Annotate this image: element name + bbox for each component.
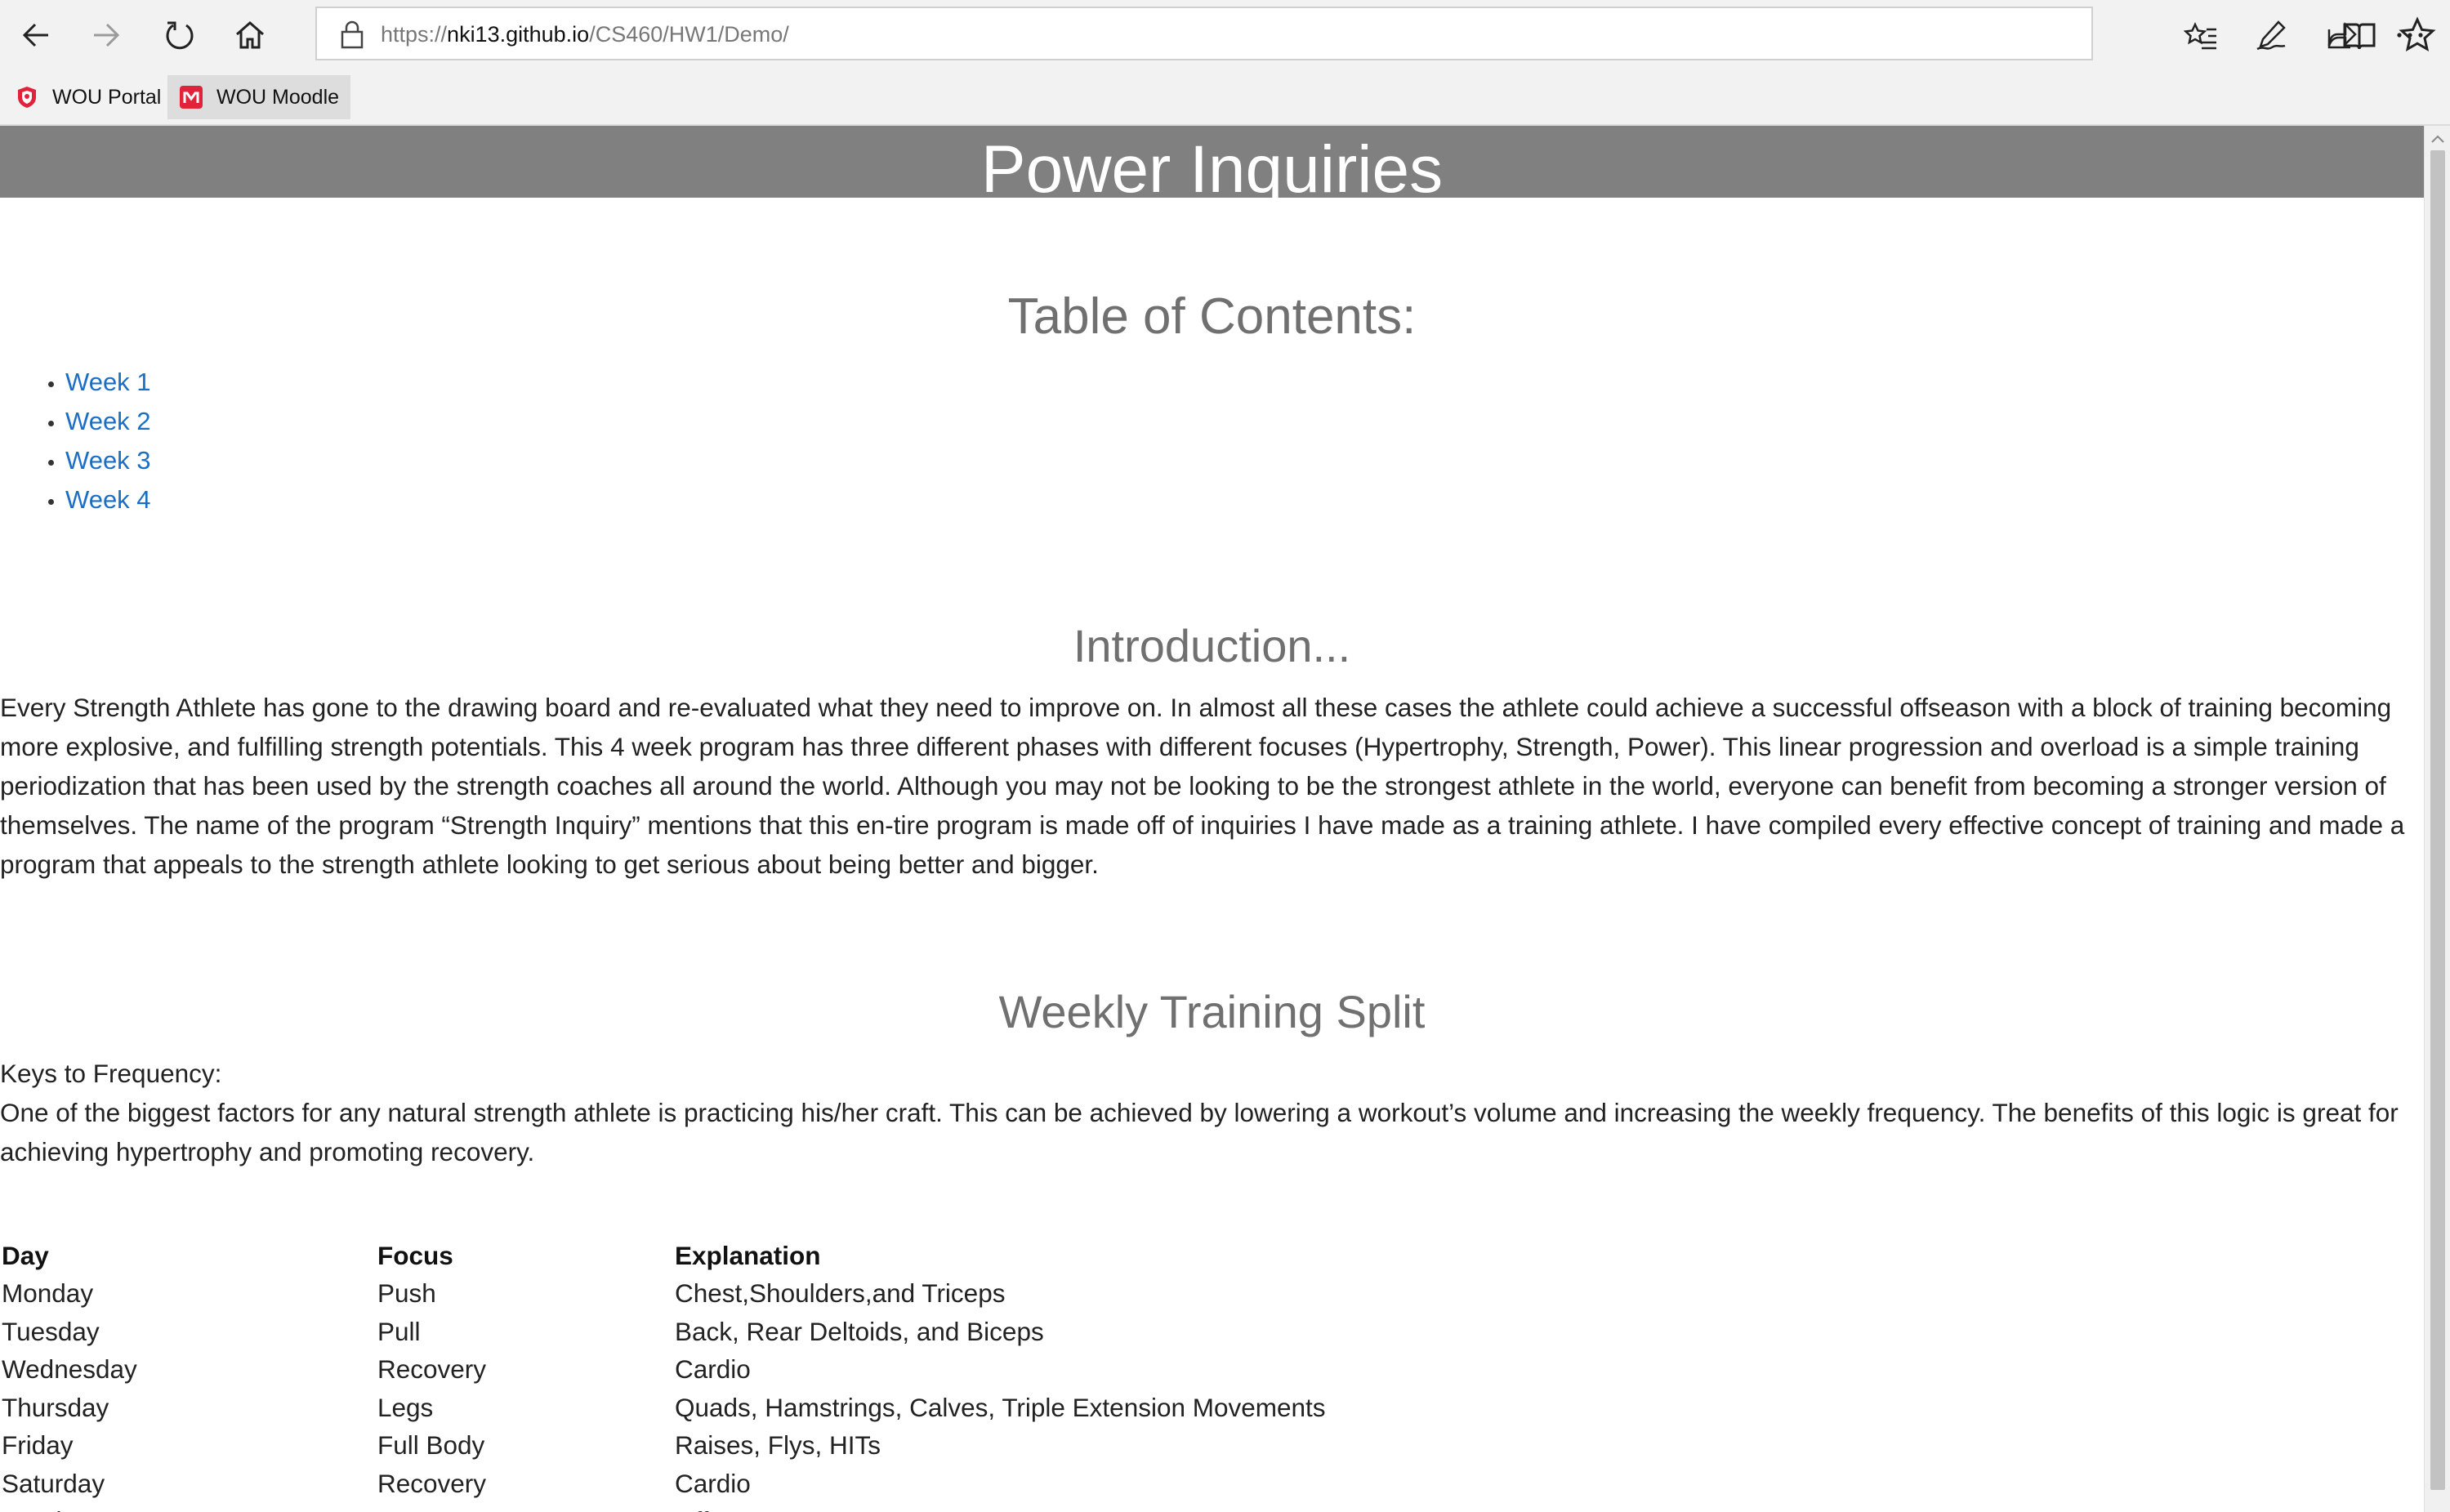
toc-list: Week 1 Week 2 Week 3 Week 4 (39, 363, 151, 520)
page-banner: Power Inquiries (0, 126, 2424, 198)
favorite-wou-portal[interactable]: WOU Portal (3, 75, 172, 119)
toc-link-week-4[interactable]: Week 4 (65, 485, 151, 514)
lock-icon (341, 20, 364, 49)
favorites-bar: WOU Portal WOU Moodle (0, 70, 2450, 126)
page-content: Power Inquiries Table of Contents: Week … (0, 126, 2424, 1512)
toc-link-week-2[interactable]: Week 2 (65, 407, 151, 435)
cell-explanation: Back, Rear Deltoids, and Biceps (675, 1316, 1044, 1346)
cell-explanation: Raises, Flys, HITs (675, 1430, 881, 1461)
cell-day: Sunday (0, 1503, 376, 1512)
back-arrow-icon (22, 23, 48, 47)
cell-day: Monday (2, 1278, 94, 1309)
favorite-wou-moodle[interactable]: WOU Moodle (167, 75, 351, 119)
toc-item: Week 3 (65, 441, 151, 480)
training-split-heading: Weekly Training Split (998, 986, 1426, 1037)
favorite-label: WOU Moodle (216, 85, 340, 109)
table-row: Thursday Legs Quads, Hamstrings, Calves,… (0, 1389, 1326, 1427)
favorites-hub-button[interactable] (2176, 11, 2225, 60)
cell-explanation: Quads, Hamstrings, Calves, Triple Extens… (675, 1392, 1326, 1422)
cell-focus: Rest (376, 1503, 673, 1512)
table-row: Sunday Rest Off Day (0, 1503, 1326, 1512)
table-header-row: Day Focus Explanation (0, 1237, 1326, 1275)
toc-item: Week 4 (65, 480, 151, 520)
keys-title: Keys to Frequency: (0, 1059, 222, 1088)
cell-focus: Recovery (377, 1354, 487, 1385)
page-title: Power Inquiries (980, 132, 1444, 198)
toc-item: Week 1 (65, 363, 151, 402)
keys-paragraph: One of the biggest factors for any natur… (0, 1098, 2399, 1166)
cell-day: Tuesday (2, 1316, 100, 1346)
share-icon (2327, 21, 2357, 49)
column-header-explanation: Explanation (675, 1240, 821, 1270)
back-button[interactable] (11, 11, 60, 60)
home-button[interactable] (225, 11, 274, 60)
forward-button[interactable] (82, 11, 131, 60)
url-scheme: https:// (381, 22, 448, 47)
table-row: Monday Push Chest,Shoulders,and Triceps (0, 1275, 1326, 1314)
url-path: /CS460/HW1/Demo/ (589, 22, 789, 47)
toc-link-week-1[interactable]: Week 1 (65, 368, 151, 396)
cell-day: Wednesday (2, 1354, 137, 1385)
favorite-label: WOU Portal (52, 85, 162, 109)
training-split-table: Day Focus Explanation Monday Push Chest,… (0, 1237, 1326, 1512)
moodle-m-icon (179, 85, 203, 109)
cell-focus: Recovery (377, 1468, 487, 1498)
introduction-paragraph: Every Strength Athlete has gone to the d… (0, 693, 2405, 879)
refresh-button[interactable] (155, 11, 204, 60)
toc-link-week-3[interactable]: Week 3 (65, 446, 151, 475)
cell-focus: Legs (377, 1392, 434, 1422)
more-icon (2397, 33, 2423, 38)
notes-button[interactable] (2247, 11, 2296, 60)
table-row: Saturday Recovery Cardio (0, 1465, 1326, 1503)
cell-focus: Pull (377, 1316, 421, 1346)
cell-explanation: Off Day (673, 1503, 1326, 1512)
shield-icon (15, 85, 39, 109)
cell-day: Friday (2, 1430, 74, 1461)
table-row: Wednesday Recovery Cardio (0, 1351, 1326, 1389)
cell-day: Saturday (2, 1468, 105, 1498)
cell-explanation: Cardio (675, 1468, 751, 1498)
cell-focus: Push (377, 1278, 436, 1309)
cell-explanation: Cardio (675, 1354, 751, 1385)
browser-toolbar: https://nki13.github.io/CS460/HW1/Demo/ (0, 0, 2450, 70)
cell-focus: Full Body (377, 1430, 485, 1461)
url-text[interactable]: https://nki13.github.io/CS460/HW1/Demo/ (381, 19, 789, 50)
table-row: Tuesday Pull Back, Rear Deltoids, and Bi… (0, 1313, 1326, 1351)
column-header-focus: Focus (377, 1240, 453, 1270)
table-row: Friday Full Body Raises, Flys, HITs (0, 1427, 1326, 1465)
home-icon (236, 21, 264, 49)
toc-heading: Table of Contents: (1007, 288, 1417, 345)
vertical-scrollbar[interactable] (2424, 126, 2450, 1512)
address-bar[interactable]: https://nki13.github.io/CS460/HW1/Demo/ (315, 7, 2436, 60)
forward-arrow-icon (94, 23, 120, 47)
pen-icon (2256, 20, 2286, 51)
url-host: nki13.github.io (447, 22, 590, 47)
introduction-heading: Introduction... (1073, 620, 1351, 671)
scrollbar-thumb[interactable] (2430, 150, 2445, 1490)
cell-explanation: Chest,Shoulders,and Triceps (675, 1278, 1006, 1309)
more-button[interactable] (2385, 11, 2434, 60)
column-header-day: Day (2, 1240, 49, 1270)
scroll-up-arrow-icon[interactable] (2430, 132, 2446, 145)
toc-item: Week 2 (65, 402, 151, 441)
favorites-icon (2184, 22, 2216, 50)
refresh-icon (166, 21, 194, 50)
share-button[interactable] (2317, 11, 2366, 60)
cell-day: Thursday (2, 1392, 109, 1422)
